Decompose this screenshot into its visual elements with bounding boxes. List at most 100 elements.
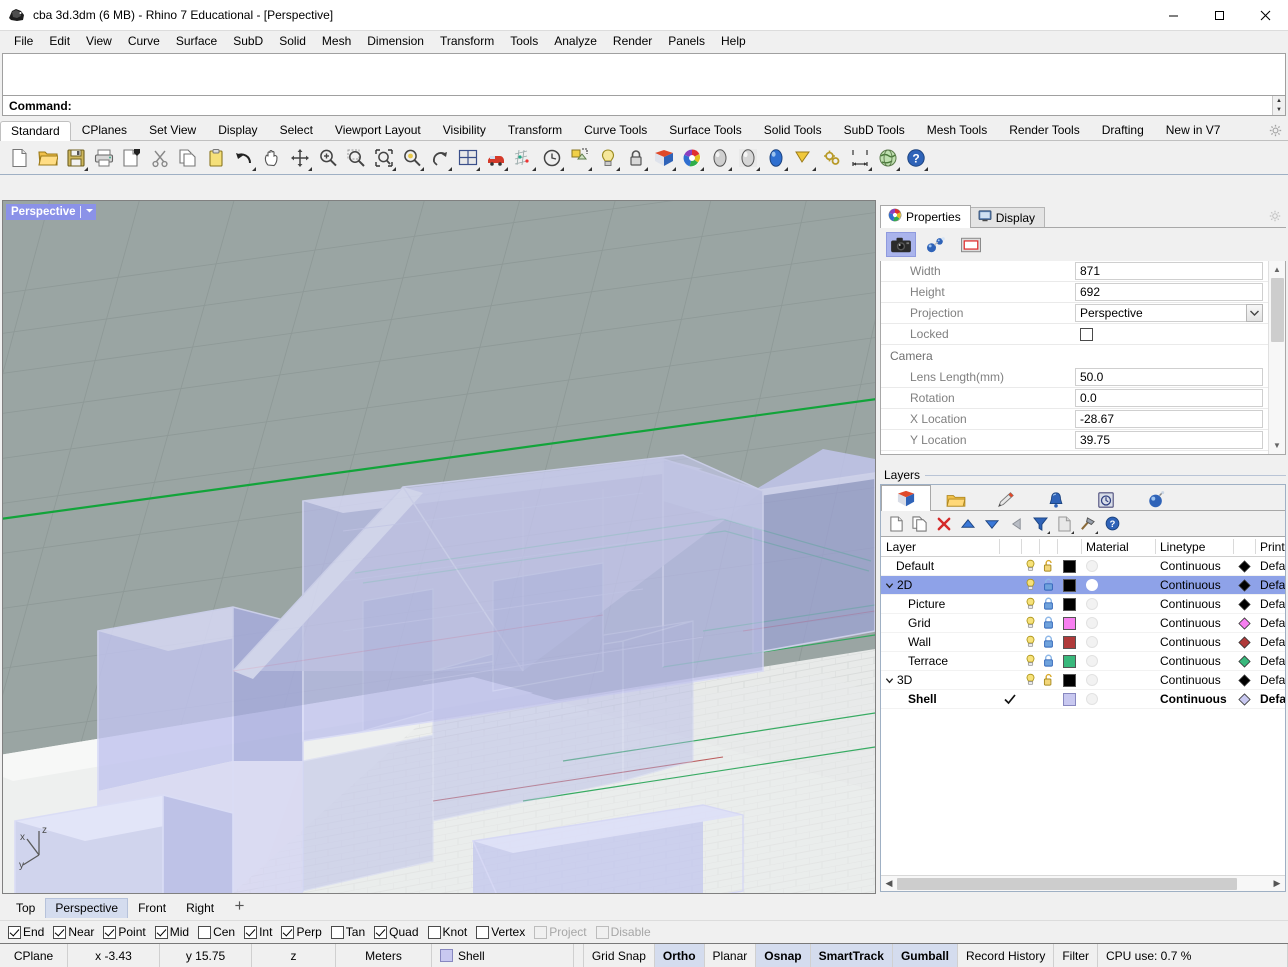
undo-icon-flyout[interactable] [252,167,256,171]
layer-linetype-cell[interactable]: Continuous [1155,671,1233,689]
layer-print-width-cell[interactable]: Default [1255,652,1285,670]
dimension-icon[interactable] [846,143,874,173]
layer-print-color-swatch[interactable] [1233,652,1255,670]
osnap-checkbox-end[interactable] [8,926,21,939]
command-spinner[interactable]: ▲ ▼ [1272,96,1285,115]
help-icon-flyout[interactable] [924,167,928,171]
clock-icon[interactable] [538,143,566,173]
zoom-target-icon[interactable] [398,143,426,173]
osnap-checkbox-cen[interactable] [198,926,211,939]
osnap-disable[interactable]: Disable [596,925,651,939]
menu-item-solid[interactable]: Solid [271,32,314,50]
table-row[interactable]: DefaultContinuousDefault [881,557,1285,576]
osnap-mid[interactable]: Mid [155,925,189,939]
toolbar-tab-drafting[interactable]: Drafting [1091,120,1155,140]
viewport-tab-perspective[interactable]: Perspective [45,898,128,918]
status-toggle-planar[interactable]: Planar [705,944,757,967]
osnap-quad[interactable]: Quad [374,925,418,939]
properties-gear-icon[interactable] [1269,210,1281,225]
status-current-layer[interactable]: Shell [432,944,574,967]
dimension-icon-flyout[interactable] [868,167,872,171]
osnap-knot[interactable]: Knot [428,925,468,939]
osnap-tan[interactable]: Tan [331,925,365,939]
viewport-tab-front[interactable]: Front [128,898,176,918]
layer-lock-icon[interactable] [1039,557,1057,575]
render-tab-icon[interactable] [1131,487,1181,511]
shaded-sphere-icon[interactable] [706,143,734,173]
layer-print-width-cell[interactable]: Default [1255,690,1285,708]
layer-name-cell[interactable]: Grid [881,614,999,632]
menu-item-analyze[interactable]: Analyze [546,32,605,50]
rotate-view-icon[interactable] [426,143,454,173]
camera-icon[interactable] [886,232,916,257]
current-layer-check[interactable] [999,671,1021,689]
layer-lock-icon[interactable] [1039,652,1057,670]
layer-print-color-swatch[interactable] [1233,671,1255,689]
layer-name-cell[interactable]: Default [881,557,999,575]
locked-checkbox[interactable] [1080,328,1093,341]
four-view-icon[interactable] [454,143,482,173]
print-icon[interactable] [90,143,118,173]
status-z-coordinate[interactable]: z [252,944,336,967]
minimize-button[interactable] [1150,0,1196,31]
layer-color-swatch[interactable] [1057,652,1081,670]
property-value[interactable]: 39.75 [1075,431,1263,449]
status-toggle-ortho[interactable]: Ortho [655,944,705,967]
status-toggle-gumball[interactable]: Gumball [893,944,958,967]
layer-visibility-bulb-icon[interactable] [1021,652,1039,670]
layer-linetype-cell[interactable]: Continuous [1155,652,1233,670]
command-line[interactable]: Command: ▲ ▼ [2,95,1286,116]
layer-color-swatch[interactable] [1057,557,1081,575]
ghosted-sphere-icon-flyout[interactable] [756,167,760,171]
layer-material-cell[interactable] [1081,614,1155,632]
toolbar-tab-render-tools[interactable]: Render Tools [998,120,1091,140]
layer-linetype-cell[interactable]: Continuous [1155,614,1233,632]
osnap-checkbox-project[interactable] [534,926,547,939]
layer-linetype-cell[interactable]: Continuous [1155,576,1233,594]
command-history[interactable] [2,53,1286,95]
menu-item-curve[interactable]: Curve [120,32,168,50]
properties-scrollbar[interactable]: ▲ ▼ [1268,261,1285,454]
new-layer-icon[interactable] [885,513,907,535]
toolbar-tab-solid-tools[interactable]: Solid Tools [753,120,833,140]
status-toggle-smarttrack[interactable]: SmartTrack [811,944,893,967]
menu-item-transform[interactable]: Transform [432,32,502,50]
menu-item-edit[interactable]: Edit [41,32,78,50]
scroll-left-arrow[interactable]: ◀ [881,878,897,889]
osnap-cen[interactable]: Cen [198,925,235,939]
osnap-checkbox-point[interactable] [103,926,116,939]
perspective-viewport[interactable]: Perspective z y x [2,200,876,894]
property-value[interactable]: 871 [1075,262,1263,280]
lock-icon-flyout[interactable] [644,167,648,171]
zoom-target-icon-flyout[interactable] [420,167,424,171]
color-wheel-icon[interactable] [678,143,706,173]
layer-linetype-cell[interactable]: Continuous [1155,633,1233,651]
layer-print-width-cell[interactable]: Default [1255,633,1285,651]
layer-material-cell[interactable] [1081,671,1155,689]
copy-icon[interactable] [174,143,202,173]
help-icon[interactable]: ? [902,143,930,173]
layer-icon-flyout[interactable] [672,167,676,171]
maximize-button[interactable] [1196,0,1242,31]
layer-visibility-bulb-icon[interactable] [1021,557,1039,575]
expander-icon[interactable] [885,676,894,685]
current-layer-check[interactable] [999,652,1021,670]
selection-filter-icon[interactable] [566,143,594,173]
layer-print-color-swatch[interactable] [1233,595,1255,613]
back-arrow-icon[interactable] [1005,513,1027,535]
table-row[interactable]: 3DContinuousDefault [881,671,1285,690]
layer-linetype-cell[interactable]: Continuous [1155,690,1233,708]
layer-name-cell[interactable]: Wall [881,633,999,651]
status-toggle-record-history[interactable]: Record History [958,944,1054,967]
gears-icon[interactable] [818,143,846,173]
command-spinner-down[interactable]: ▼ [1273,106,1285,116]
osnap-checkbox-disable[interactable] [596,926,609,939]
layers-table[interactable]: LayerMaterialLinetypePrint Wi DefaultCon… [881,537,1285,875]
render-preview-icon[interactable] [790,143,818,173]
layer-print-color-swatch[interactable] [1233,690,1255,708]
osnap-checkbox-quad[interactable] [374,926,387,939]
osnap-perp[interactable]: Perp [281,925,321,939]
new-file-icon[interactable] [6,143,34,173]
layer-color-swatch[interactable] [1057,595,1081,613]
layer-color-swatch[interactable] [1057,671,1081,689]
